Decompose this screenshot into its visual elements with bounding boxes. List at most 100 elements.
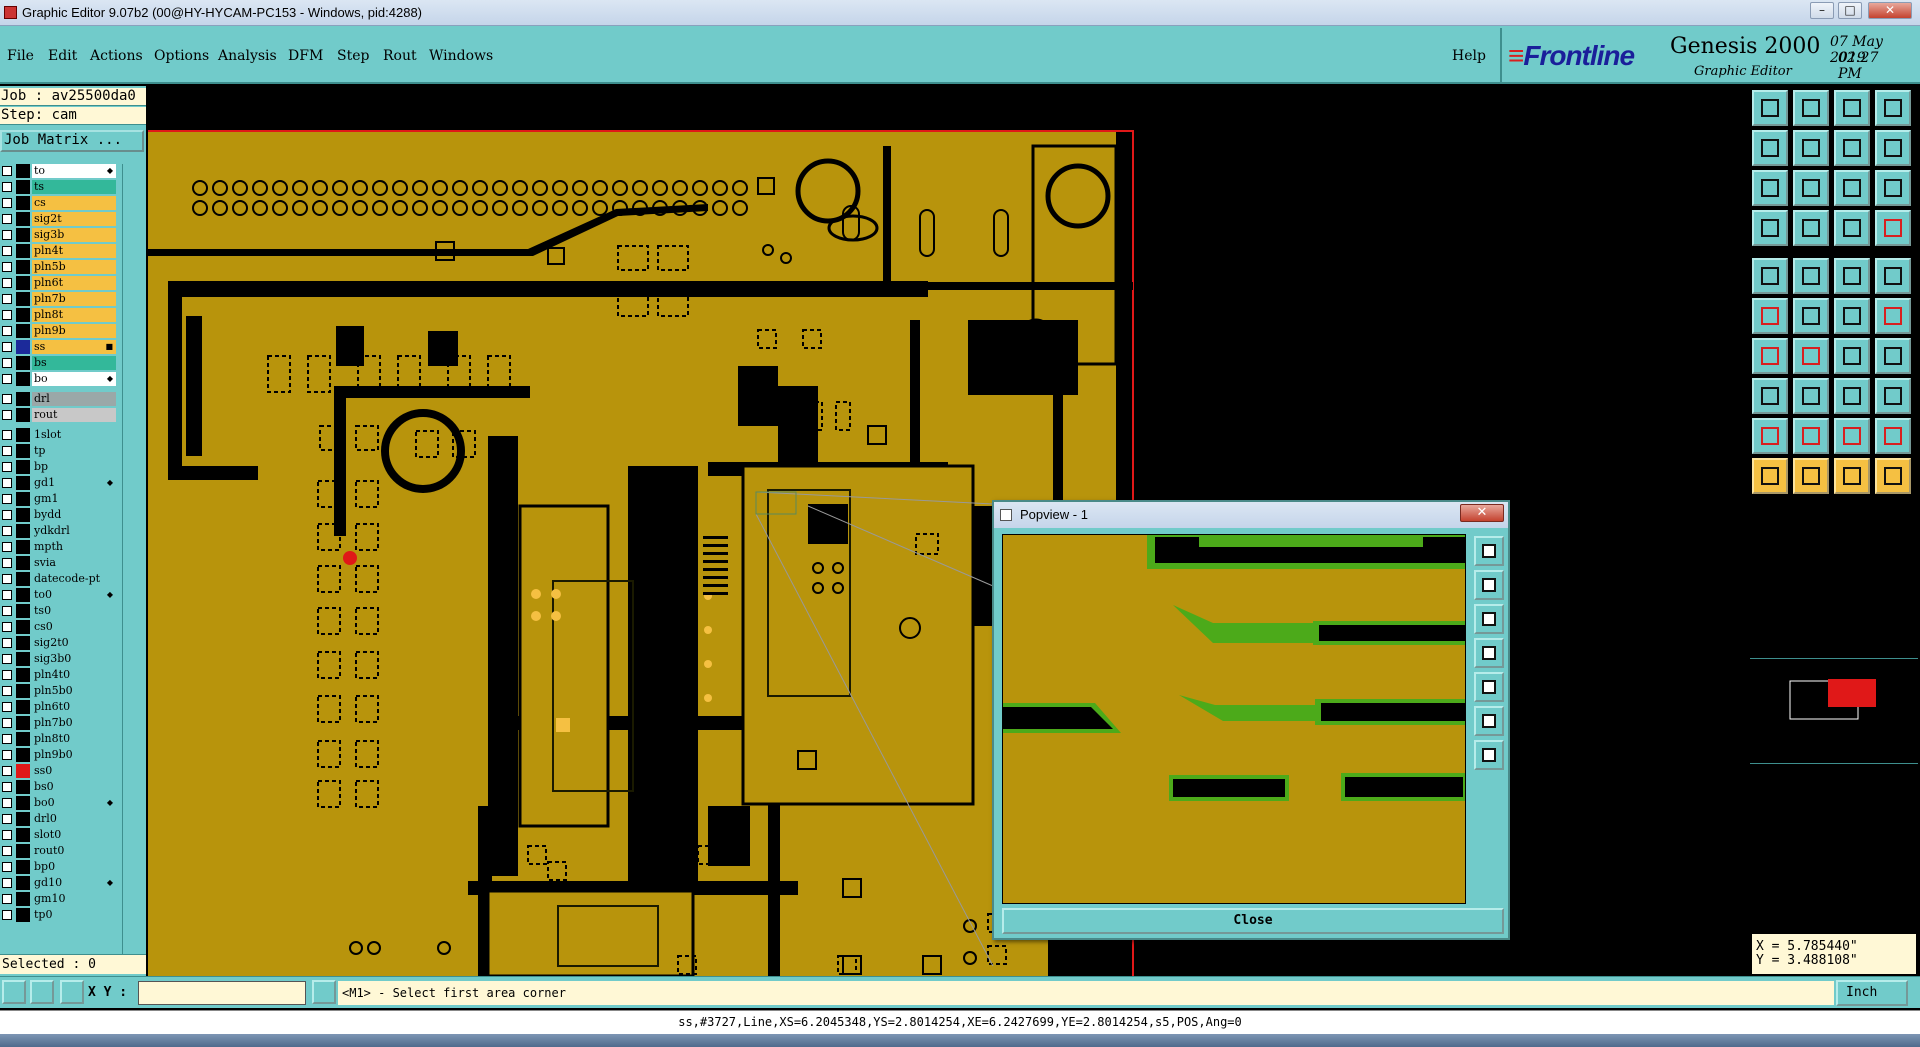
layer-checkbox[interactable] — [2, 862, 12, 872]
tool-button-slope[interactable] — [1793, 338, 1829, 374]
layer-name[interactable]: ts — [32, 180, 116, 194]
popview-zoom-fit-button[interactable] — [1474, 536, 1504, 566]
layer-name[interactable]: 1slot — [32, 428, 116, 442]
layer-row-drl0[interactable]: drl0 — [0, 812, 118, 826]
layer-checkbox[interactable] — [2, 262, 12, 272]
tool-button-circle[interactable] — [1875, 258, 1911, 294]
layer-row-tp[interactable]: tp — [0, 444, 118, 458]
layer-row-ts0[interactable]: ts0 — [0, 604, 118, 618]
layer-name[interactable]: pln7b0 — [32, 716, 116, 730]
layer-checkbox[interactable] — [2, 310, 12, 320]
tool-button-layer-up[interactable] — [1752, 90, 1788, 126]
layer-swatch[interactable] — [16, 796, 30, 810]
layer-row-bs0[interactable]: bs0 — [0, 780, 118, 794]
layer-swatch[interactable] — [16, 844, 30, 858]
layer-checkbox[interactable] — [2, 782, 12, 792]
tool-button-minus[interactable] — [1793, 378, 1829, 414]
layer-row-bp0[interactable]: bp0 — [0, 860, 118, 874]
layer-swatch[interactable] — [16, 492, 30, 506]
layer-swatch[interactable] — [16, 716, 30, 730]
layer-name[interactable]: gm1 — [32, 492, 116, 506]
layer-name[interactable]: to0 ◆ — [32, 588, 116, 602]
layer-name[interactable]: pln5b0 — [32, 684, 116, 698]
layer-row-pln6t0[interactable]: pln6t0 — [0, 700, 118, 714]
layer-swatch[interactable] — [16, 408, 30, 422]
layer-checkbox[interactable] — [2, 510, 12, 520]
layer-checkbox[interactable] — [2, 846, 12, 856]
popview-close-x-button[interactable]: ✕ — [1460, 504, 1504, 522]
snap-button[interactable] — [30, 980, 54, 1004]
layer-checkbox[interactable] — [2, 478, 12, 488]
popview-right-button[interactable] — [1474, 672, 1504, 702]
layer-checkbox[interactable] — [2, 606, 12, 616]
layer-checkbox[interactable] — [2, 542, 12, 552]
layer-name[interactable]: bo ◆ — [32, 372, 116, 386]
layer-checkbox[interactable] — [2, 798, 12, 808]
layer-row-bs[interactable]: bs — [0, 356, 118, 370]
layer-name[interactable]: gd10 ◆ — [32, 876, 116, 890]
layer-name[interactable]: bp — [32, 460, 116, 474]
layer-name[interactable]: pln9b — [32, 324, 116, 338]
tool-button-arrow[interactable] — [1752, 458, 1788, 494]
layer-checkbox[interactable] — [2, 638, 12, 648]
layer-row-ss[interactable]: ss ■ — [0, 340, 118, 354]
layer-row-datecode-pt[interactable]: datecode-pt — [0, 572, 118, 586]
layer-checkbox[interactable] — [2, 358, 12, 368]
menu-help[interactable]: Help — [1452, 48, 1486, 64]
layer-name[interactable]: datecode-pt — [32, 572, 116, 586]
layer-swatch[interactable] — [16, 732, 30, 746]
layer-row-sig3b0[interactable]: sig3b0 — [0, 652, 118, 666]
layer-row-bo0[interactable]: bo0 ◆ — [0, 796, 118, 810]
layer-name[interactable]: pln8t — [32, 308, 116, 322]
tool-button-grid[interactable] — [1793, 210, 1829, 246]
layer-swatch[interactable] — [16, 460, 30, 474]
layer-swatch[interactable] — [16, 748, 30, 762]
tool-button-home[interactable] — [1834, 90, 1870, 126]
menu-file[interactable]: File — [7, 48, 34, 64]
layer-checkbox[interactable] — [2, 654, 12, 664]
tool-button-snap[interactable] — [1834, 210, 1870, 246]
layer-checkbox[interactable] — [2, 766, 12, 776]
layer-checkbox[interactable] — [2, 910, 12, 920]
layer-checkbox[interactable] — [2, 526, 12, 536]
layer-name[interactable]: bs — [32, 356, 116, 370]
layer-row-mpth[interactable]: mpth — [0, 540, 118, 554]
layer-swatch[interactable] — [16, 212, 30, 226]
tool-button-text[interactable] — [1834, 258, 1870, 294]
layer-row-to0[interactable]: to0 ◆ — [0, 588, 118, 602]
layer-row-gm10[interactable]: gm10 — [0, 892, 118, 906]
menu-step[interactable]: Step — [337, 48, 369, 64]
layer-swatch[interactable] — [16, 668, 30, 682]
layer-row-bp[interactable]: bp — [0, 460, 118, 474]
layer-row-sig3b[interactable]: sig3b — [0, 228, 118, 242]
layer-checkbox[interactable] — [2, 342, 12, 352]
menu-rout[interactable]: Rout — [383, 48, 417, 64]
tool-button-arrow2[interactable] — [1793, 458, 1829, 494]
layer-name[interactable]: pln5b — [32, 260, 116, 274]
layer-row-rout[interactable]: rout — [0, 408, 118, 422]
menu-actions[interactable]: Actions — [90, 48, 143, 64]
layer-swatch[interactable] — [16, 540, 30, 554]
tool-button-tri4[interactable] — [1875, 418, 1911, 454]
layer-name[interactable]: gm10 — [32, 892, 116, 906]
layer-row-sig2t0[interactable]: sig2t0 — [0, 636, 118, 650]
layer-name[interactable]: rout0 — [32, 844, 116, 858]
layer-row-gd10[interactable]: gd10 ◆ — [0, 876, 118, 890]
layer-row-pln5b0[interactable]: pln5b0 — [0, 684, 118, 698]
layer-name[interactable]: pln9b0 — [32, 748, 116, 762]
xy-input[interactable] — [138, 981, 306, 1005]
layer-name[interactable]: drl — [32, 392, 116, 406]
layer-row-gm1[interactable]: gm1 — [0, 492, 118, 506]
tool-button-tri[interactable] — [1752, 418, 1788, 454]
layer-checkbox[interactable] — [2, 878, 12, 888]
layer-swatch[interactable] — [16, 196, 30, 210]
layer-name[interactable]: sig3b0 — [32, 652, 116, 666]
tool-button-window[interactable] — [1875, 90, 1911, 126]
layer-swatch[interactable] — [16, 308, 30, 322]
layer-row-slot0[interactable]: slot0 — [0, 828, 118, 842]
layer-swatch[interactable] — [16, 572, 30, 586]
measure-button[interactable] — [2, 980, 26, 1004]
layer-row-ts[interactable]: ts — [0, 180, 118, 194]
layer-name[interactable]: cs0 — [32, 620, 116, 634]
layer-swatch[interactable] — [16, 292, 30, 306]
